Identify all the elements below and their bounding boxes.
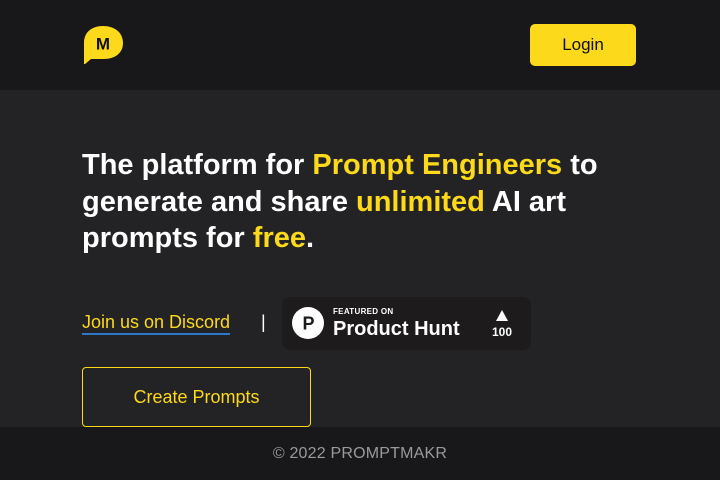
link-separator: |	[261, 312, 266, 332]
featured-on-label: FEATURED ON	[333, 307, 394, 316]
headline-highlight-prompt-engineers: Prompt Engineers	[312, 149, 563, 181]
product-hunt-logo-letter: P	[302, 314, 314, 334]
copyright-text: © 2022 PROMPTMAKR	[272, 445, 448, 462]
headline-text: .	[305, 222, 315, 254]
site-footer: © 2022 PROMPTMAKR	[0, 427, 720, 480]
create-prompts-button[interactable]: Create Prompts	[82, 367, 311, 427]
headline-highlight-unlimited: unlimited	[356, 185, 485, 218]
login-button[interactable]: Login	[530, 24, 636, 66]
upvote-count: 100	[491, 325, 513, 339]
hero-headline: The platform for Prompt Engineers to gen…	[82, 147, 642, 257]
headline-highlight-free: free	[252, 222, 306, 254]
promptmakr-logo-icon[interactable]: M	[83, 24, 123, 65]
headline-text: The platform for	[82, 149, 313, 181]
product-hunt-badge[interactable]: P FEATURED ON Product Hunt 100	[282, 297, 531, 350]
discord-link[interactable]: Join us on Discord	[82, 311, 231, 335]
product-hunt-name: Product Hunt	[333, 318, 460, 340]
logo-letter: M	[96, 35, 110, 54]
product-hunt-logo-icon: P	[292, 307, 324, 339]
upvote-triangle-icon	[496, 308, 508, 321]
site-header: M Login	[0, 0, 720, 90]
